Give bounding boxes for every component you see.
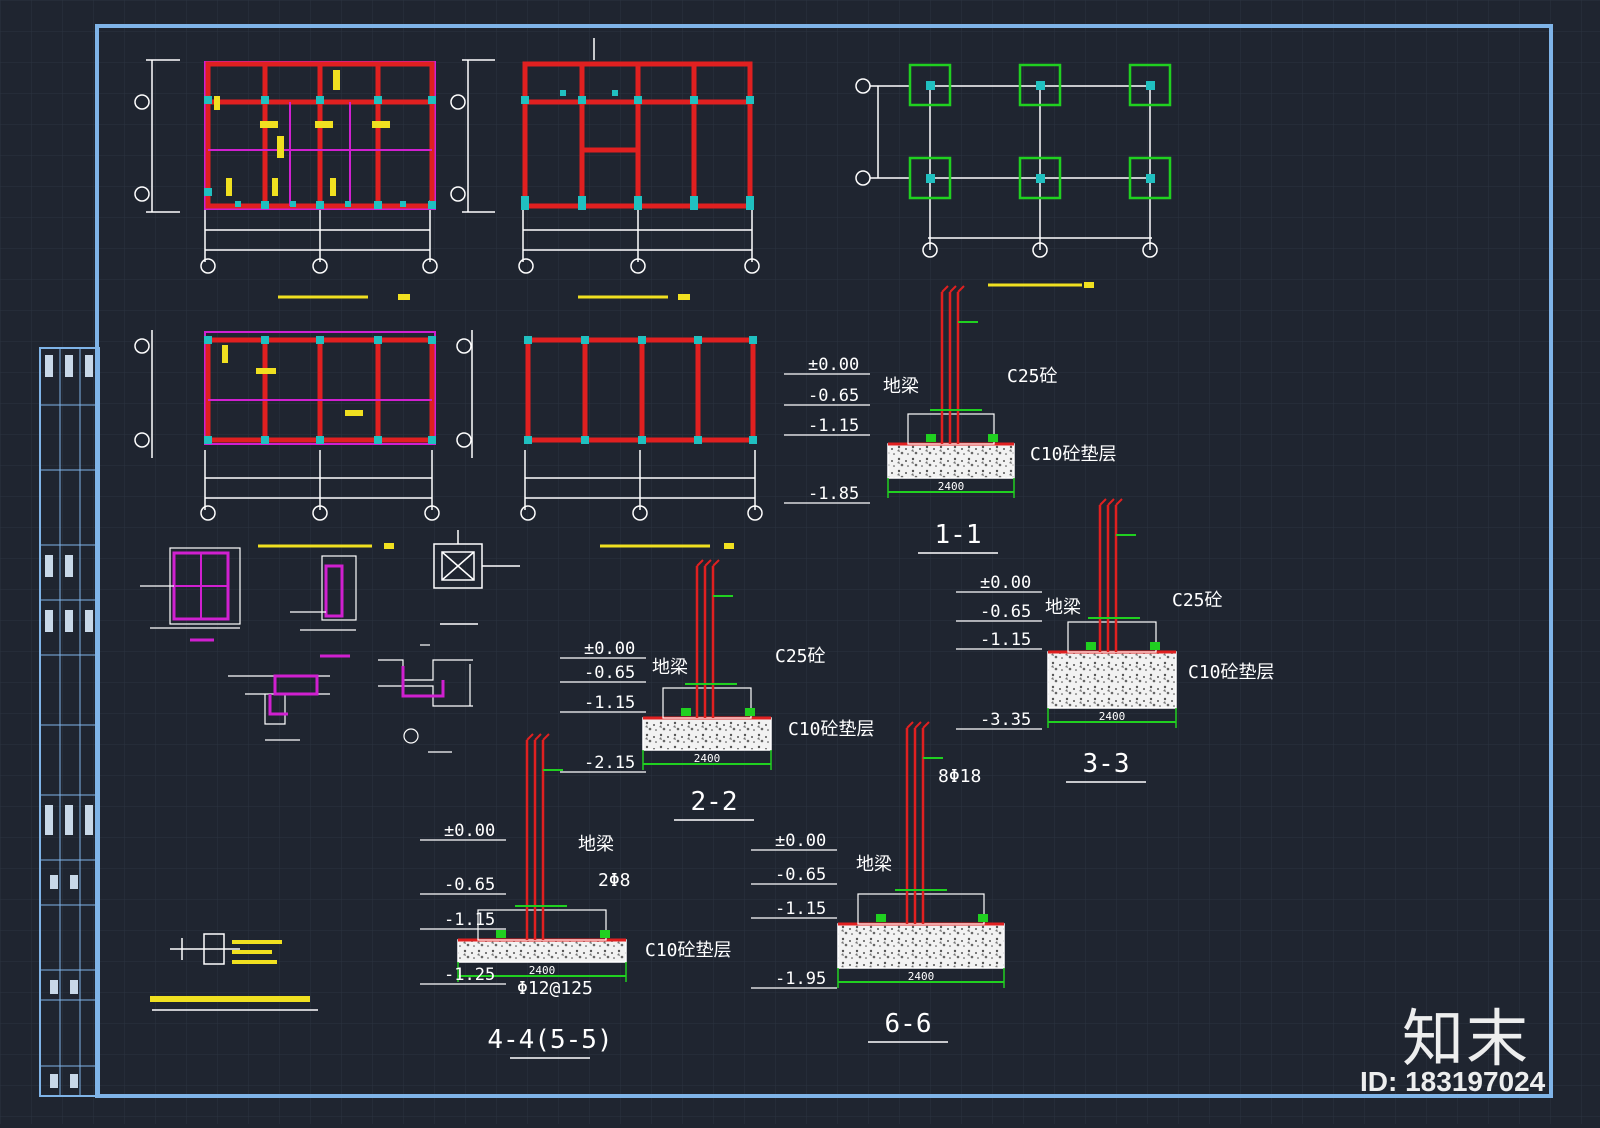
elevation-label: -1.15 <box>808 416 859 436</box>
concrete-pad <box>1047 651 1177 709</box>
section-label: C25砼 <box>1172 590 1223 611</box>
section-label: 地梁 <box>578 834 614 855</box>
section-title: 1-1 <box>935 520 982 550</box>
elevation-label: -2.15 <box>584 753 635 773</box>
bar-chair <box>926 434 936 442</box>
bar-chair <box>745 708 755 716</box>
section-label: 地梁 <box>1045 597 1081 618</box>
elevation-label: -1.95 <box>775 969 826 989</box>
section-label: C10砼垫层 <box>788 719 875 740</box>
elevation-label: -1.85 <box>808 484 859 504</box>
bar-chair <box>988 434 998 442</box>
dimension-label: 2400 <box>1099 710 1126 723</box>
elevation-label: ±0.00 <box>808 355 859 375</box>
bar-chair <box>681 708 691 716</box>
drawing-svg: 2400 ±0.00 -0.65 -1.15 -1.85 地梁 C25砼 C10砼垫层 1-1 2… <box>0 0 1600 1124</box>
elevation-label: -1.15 <box>980 630 1031 650</box>
section-label: 地梁 <box>856 854 892 875</box>
bar-chair <box>978 914 988 922</box>
elevation-label: -1.15 <box>775 899 826 919</box>
section-title: 4-4(5-5) <box>487 1025 612 1055</box>
elevation-label: -0.65 <box>980 602 1031 622</box>
elevation-label: -0.65 <box>775 865 826 885</box>
section-label: Φ12@125 <box>517 978 593 999</box>
section-label: C25砼 <box>1007 366 1058 387</box>
elevation-label: ±0.00 <box>584 639 635 659</box>
elevation-label: -0.65 <box>808 386 859 406</box>
cad-drawing-canvas: 2400 ±0.00 -0.65 -1.15 -1.85 地梁 C25砼 C10砼垫层 1-1 2… <box>0 0 1600 1124</box>
dimension-label: 2400 <box>938 480 965 493</box>
bar-chair <box>496 930 506 938</box>
elevation-label: -0.65 <box>584 663 635 683</box>
section-label: C10砼垫层 <box>1188 662 1275 683</box>
elevation-label: -3.35 <box>980 710 1031 730</box>
section-label: 地梁 <box>883 376 919 397</box>
section-label: C25砼 <box>775 646 826 667</box>
section-label: 2Φ8 <box>598 870 631 891</box>
section-title: 6-6 <box>885 1009 932 1039</box>
image-id-label: ID: 183197024 <box>1360 1066 1546 1097</box>
elevation-label: -1.15 <box>584 693 635 713</box>
section-label: C10砼垫层 <box>1030 444 1117 465</box>
dimension-label: 2400 <box>908 970 935 983</box>
section-label: 8Φ18 <box>938 766 981 787</box>
dimension-label: 2400 <box>694 752 721 765</box>
section-title: 3-3 <box>1083 749 1130 779</box>
bar-chair <box>1150 642 1160 650</box>
bar-chair <box>600 930 610 938</box>
elevation-label: -1.15 <box>444 910 495 930</box>
section-title: 2-2 <box>691 787 738 817</box>
elevation-label: ±0.00 <box>444 821 495 841</box>
section-label: C10砼垫层 <box>645 940 732 961</box>
concrete-pad <box>642 717 772 751</box>
concrete-pad <box>887 443 1015 479</box>
elevation-label: -0.65 <box>444 875 495 895</box>
concrete-pad <box>457 939 627 963</box>
dimension-label: 2400 <box>529 964 556 977</box>
bar-chair <box>876 914 886 922</box>
bar-chair <box>1086 642 1096 650</box>
concrete-pad <box>837 923 1005 969</box>
elevation-label: ±0.00 <box>980 573 1031 593</box>
elevation-label: -1.25 <box>444 965 495 985</box>
brand-watermark: 知末 <box>1402 1002 1531 1075</box>
section-label: 地梁 <box>652 657 688 678</box>
elevation-label: ±0.00 <box>775 831 826 851</box>
